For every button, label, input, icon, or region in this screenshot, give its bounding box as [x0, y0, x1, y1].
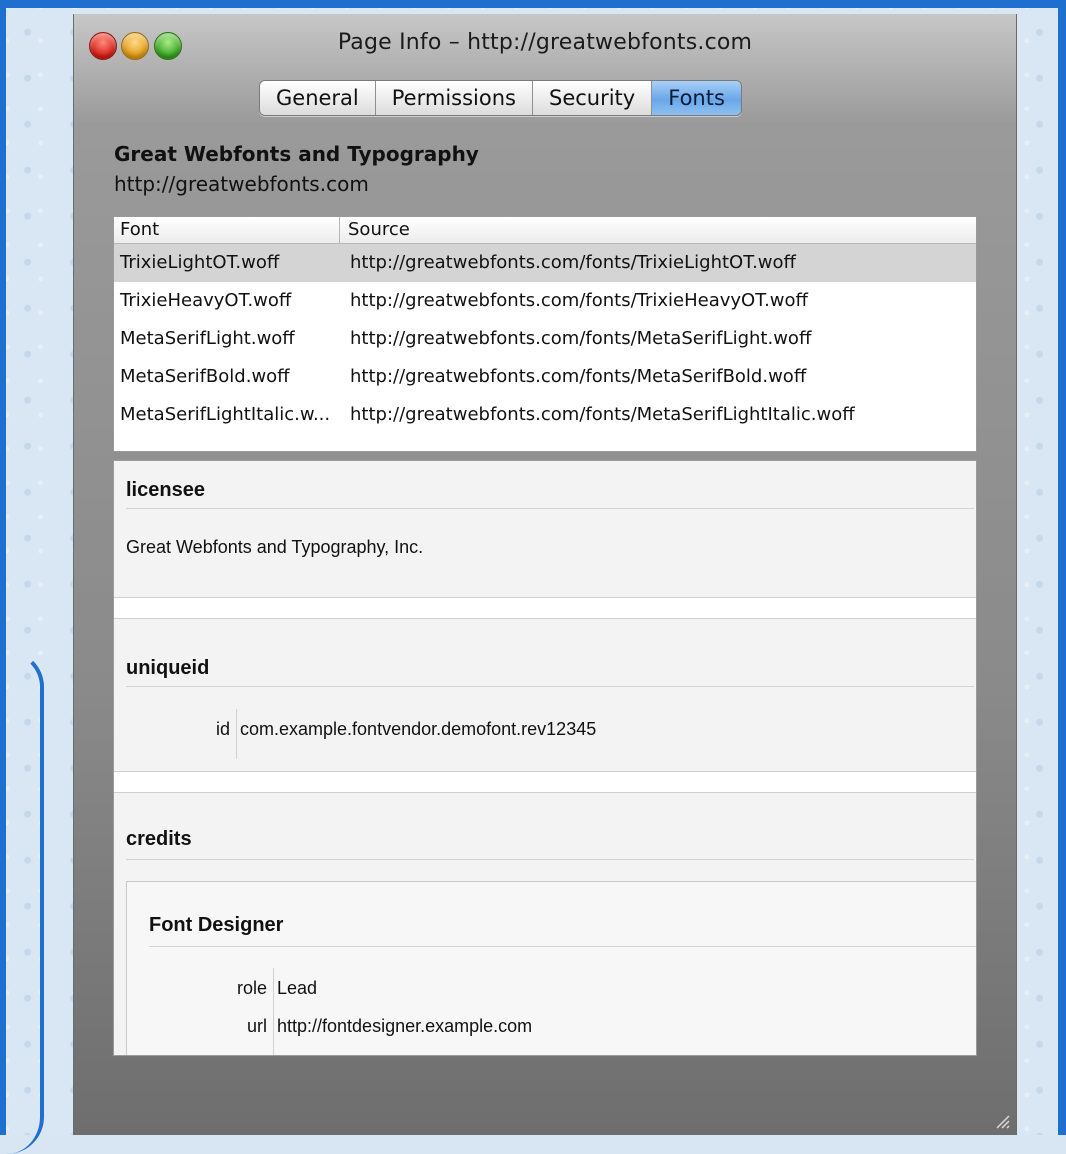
- role-key: role: [236, 978, 267, 998]
- key-value-divider: [273, 968, 274, 1055]
- column-header-source[interactable]: Source: [340, 217, 410, 243]
- section-divider: [126, 859, 974, 860]
- font-source-cell: http://greatwebfonts.com/fonts/MetaSerif…: [350, 404, 855, 425]
- fonts-table[interactable]: Font Source TrixieLightOT.woff http://gr…: [113, 216, 977, 452]
- table-row[interactable]: MetaSerifLight.woff http://greatwebfonts…: [114, 320, 976, 358]
- url-key: url: [246, 1016, 267, 1036]
- uniqueid-value: com.example.fontvendor.demofont.rev12345: [240, 719, 597, 739]
- font-name-cell: MetaSerifLight.woff: [120, 328, 295, 349]
- resize-grip-icon[interactable]: [992, 1111, 1010, 1129]
- section-divider: [126, 508, 974, 509]
- tab-general[interactable]: General: [260, 81, 376, 115]
- font-name-cell: MetaSerifBold.woff: [120, 366, 290, 387]
- font-source-cell: http://greatwebfonts.com/fonts/TrixieLig…: [350, 252, 796, 273]
- font-designer-heading: Font Designer: [149, 914, 284, 936]
- column-header-font[interactable]: Font: [114, 217, 340, 243]
- tab-bar: General Permissions Security Fonts: [259, 80, 742, 116]
- font-metadata-panel[interactable]: licensee Great Webfonts and Typography, …: [113, 460, 977, 1056]
- desktop-frame-top: [0, 0, 1066, 8]
- font-source-cell: http://greatwebfonts.com/fonts/MetaSerif…: [350, 328, 812, 349]
- title-bar[interactable]: Page Info – http://greatwebfonts.com: [74, 14, 1016, 72]
- desktop-frame-curve: [0, 650, 44, 1154]
- uniqueid-heading: uniqueid: [126, 657, 210, 679]
- url-value: http://fontdesigner.example.com: [277, 1016, 533, 1036]
- section-divider: [126, 686, 974, 687]
- desktop-frame-right: [1058, 0, 1066, 1135]
- credits-entry: Font Designer role Lead url http://fontd…: [126, 881, 976, 1055]
- table-row[interactable]: MetaSerifBold.woff http://greatwebfonts.…: [114, 358, 976, 396]
- tab-security[interactable]: Security: [532, 81, 653, 115]
- font-source-cell: http://greatwebfonts.com/fonts/MetaSerif…: [350, 366, 807, 387]
- uniqueid-key: id: [215, 719, 230, 739]
- section-divider: [149, 946, 976, 947]
- font-source-cell: http://greatwebfonts.com/fonts/TrixieHea…: [350, 290, 808, 311]
- table-row[interactable]: TrixieLightOT.woff http://greatwebfonts.…: [114, 244, 976, 282]
- credits-heading: credits: [126, 828, 192, 850]
- tab-permissions[interactable]: Permissions: [375, 81, 533, 115]
- page-info-window: Page Info – http://greatwebfonts.com Gen…: [73, 14, 1017, 1135]
- table-row[interactable]: TrixieHeavyOT.woff http://greatwebfonts.…: [114, 282, 976, 320]
- licensee-heading: licensee: [126, 479, 205, 501]
- key-value-divider: [236, 709, 237, 759]
- table-row[interactable]: MetaSerifLightItalic.w... http://greatwe…: [114, 396, 976, 434]
- site-name: Great Webfonts and Typography: [114, 142, 479, 166]
- font-name-cell: TrixieLightOT.woff: [120, 252, 280, 273]
- font-name-cell: TrixieHeavyOT.woff: [120, 290, 292, 311]
- table-header: Font Source: [114, 217, 976, 244]
- section-separator: [114, 597, 976, 619]
- window-title: Page Info – http://greatwebfonts.com: [337, 30, 753, 55]
- licensee-value: Great Webfonts and Typography, Inc.: [126, 537, 424, 557]
- role-value: Lead: [277, 978, 318, 998]
- font-name-cell: MetaSerifLightItalic.w...: [120, 404, 331, 425]
- section-separator: [114, 771, 976, 793]
- tab-fonts[interactable]: Fonts: [652, 81, 741, 115]
- site-url: http://greatwebfonts.com: [114, 172, 369, 196]
